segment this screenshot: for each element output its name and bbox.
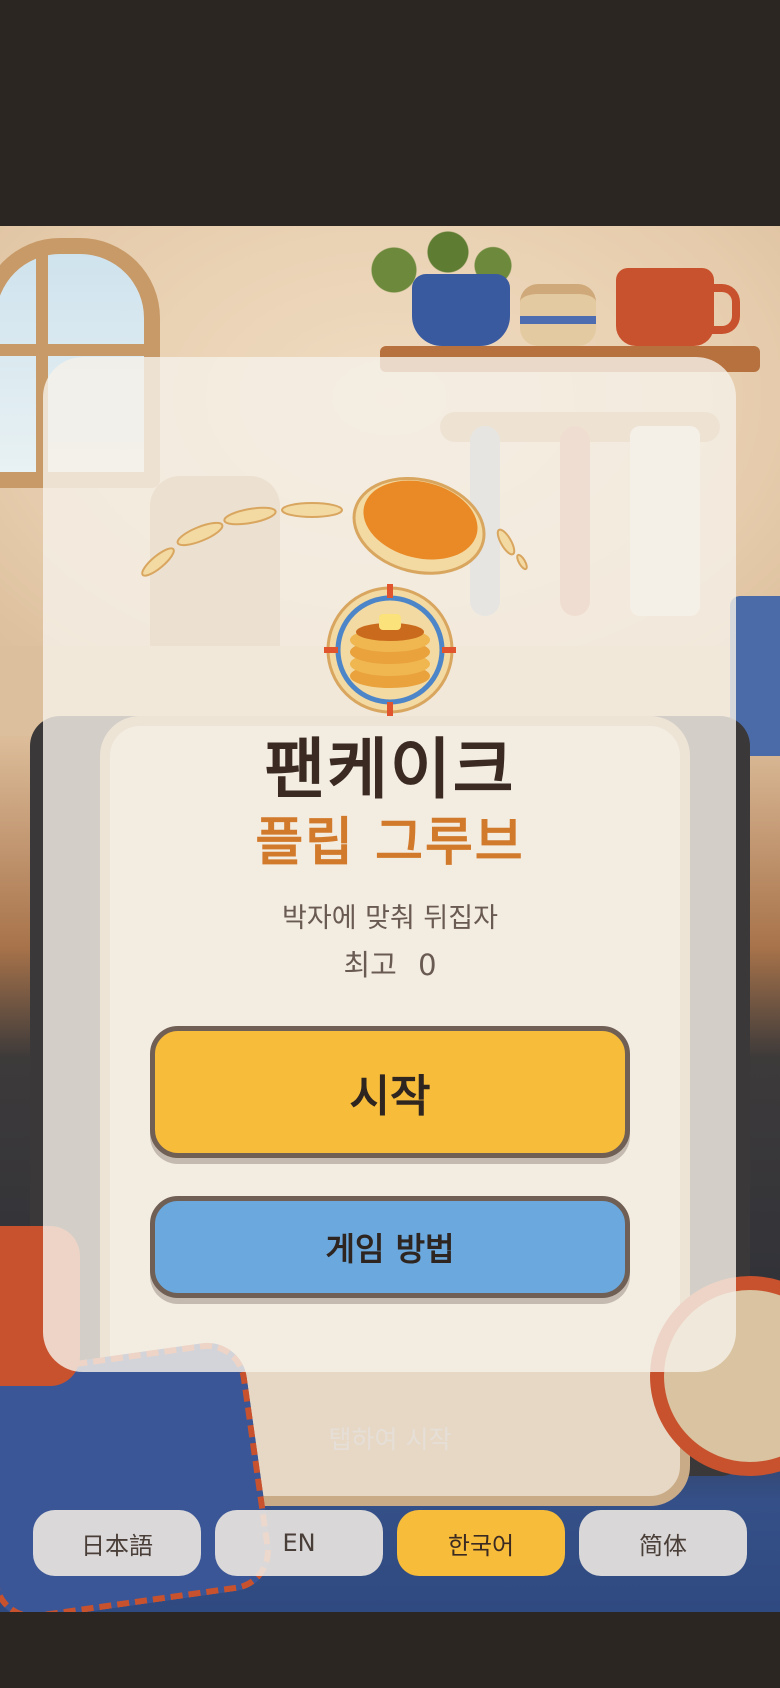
language-english-button[interactable]: EN (215, 1510, 383, 1576)
flying-pancake-icon (352, 476, 486, 575)
start-button[interactable]: 시작 (150, 1026, 630, 1158)
tagline: 박자에 맞춰 뒤집자 (282, 903, 498, 934)
best-score-value: 0 (418, 948, 437, 982)
best-score-label: 최고 (343, 948, 397, 982)
tap-to-start-hint: 탭하여 시작 (328, 1425, 452, 1454)
pancake-stack-icon (324, 584, 456, 716)
jar (520, 284, 596, 346)
game-subtitle-title: 플립 그루브 (255, 813, 525, 873)
language-chinese-button[interactable]: 简体 (579, 1510, 747, 1576)
red-mug (616, 268, 740, 346)
plant-pot (412, 274, 510, 346)
best-score: 최고 0 (0, 942, 780, 984)
how-to-play-button[interactable]: 게임 방법 (150, 1196, 630, 1298)
game-title: 팬케이크 (264, 731, 516, 808)
language-japanese-button[interactable]: 日本語 (33, 1510, 201, 1576)
language-korean-button[interactable]: 한국어 (397, 1510, 565, 1576)
pancake-flip-logo (141, 476, 528, 716)
